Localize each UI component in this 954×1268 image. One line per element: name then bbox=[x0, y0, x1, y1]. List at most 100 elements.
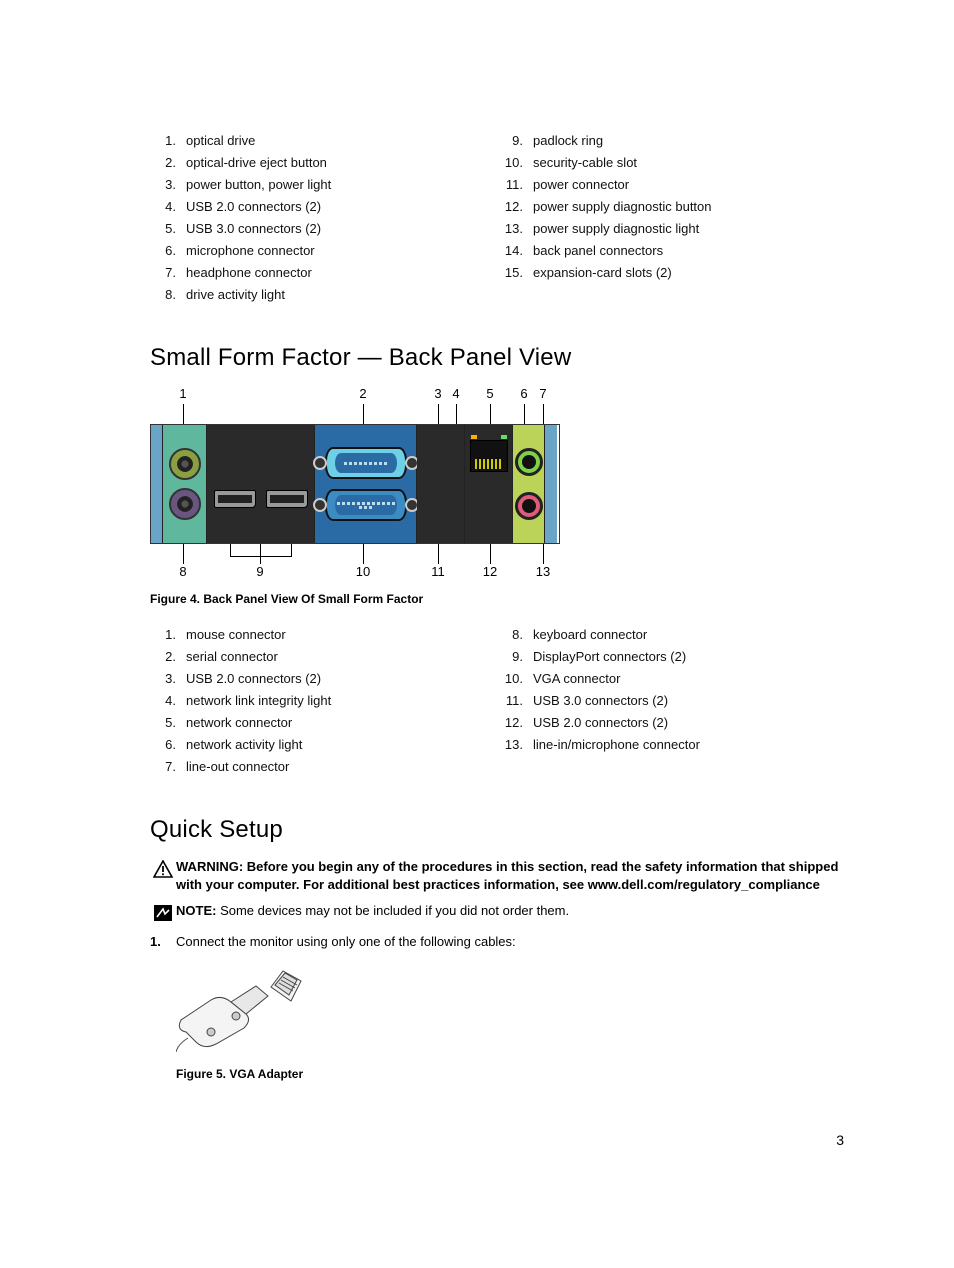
list-item: 10.VGA connector bbox=[497, 668, 844, 690]
list-item-number: 9. bbox=[497, 130, 523, 152]
list-item-number: 5. bbox=[150, 218, 176, 240]
callout-number: 6 bbox=[520, 386, 527, 401]
list-item: 7. line-out connector bbox=[150, 756, 497, 778]
warning-label: WARNING: bbox=[176, 859, 243, 874]
list-item-text: security-cable slot bbox=[533, 152, 637, 174]
back-panel-diagram bbox=[150, 424, 560, 544]
callout-number: 2 bbox=[359, 386, 366, 401]
callout-number: 4 bbox=[452, 386, 459, 401]
warning-icon bbox=[150, 858, 176, 878]
network-usb-slot bbox=[465, 425, 513, 543]
list-item-text: back panel connectors bbox=[533, 240, 663, 262]
list-item-number: 11. bbox=[497, 174, 523, 196]
step-text: Connect the monitor using only one of th… bbox=[176, 932, 844, 952]
callout-number: 5 bbox=[486, 386, 493, 401]
network-port-icon bbox=[470, 440, 508, 472]
list-item-text: USB 2.0 connectors (2) bbox=[186, 668, 321, 690]
list-item-number: 10. bbox=[497, 152, 523, 174]
list-item: 1. optical drive bbox=[150, 130, 497, 152]
list-item-number: 12. bbox=[497, 712, 523, 734]
front-panel-list-right: 9.padlock ring10.security-cable slot11.p… bbox=[497, 130, 844, 306]
list-item: 9.DisplayPort connectors (2) bbox=[497, 646, 844, 668]
mouse-port-icon bbox=[169, 448, 201, 480]
list-item-number: 8. bbox=[150, 284, 176, 306]
list-item-text: network link integrity light bbox=[186, 690, 331, 712]
callout-number: 10 bbox=[356, 564, 370, 579]
list-item-text: headphone connector bbox=[186, 262, 312, 284]
list-item-number: 7. bbox=[150, 756, 176, 778]
list-item: 1.mouse connector bbox=[150, 624, 497, 646]
list-item-text: USB 2.0 connectors (2) bbox=[186, 196, 321, 218]
back-panel-list: 1.mouse connector2.serial connector3. USB… bbox=[150, 624, 844, 778]
list-item-text: DisplayPort connectors (2) bbox=[533, 646, 686, 668]
front-panel-list: 1. optical drive2.optical-drive eject but… bbox=[150, 130, 844, 306]
list-item: 2.serial connector bbox=[150, 646, 497, 668]
list-item-number: 4. bbox=[150, 196, 176, 218]
serial-port-icon bbox=[325, 447, 407, 479]
list-item-text: optical drive bbox=[186, 130, 255, 152]
list-item: 4.network link integrity light bbox=[150, 690, 497, 712]
list-item: 13.line-in/microphone connector bbox=[497, 734, 844, 756]
callout-number: 9 bbox=[256, 564, 263, 579]
list-item-text: network connector bbox=[186, 712, 292, 734]
top-callout-numbers: 1 2 34 5 67 bbox=[150, 386, 560, 404]
note-label: NOTE: bbox=[176, 903, 216, 918]
list-item-text: power supply diagnostic button bbox=[533, 196, 712, 218]
list-item: 7.headphone connector bbox=[150, 262, 497, 284]
list-item-text: optical-drive eject button bbox=[186, 152, 327, 174]
list-item-text: VGA connector bbox=[533, 668, 620, 690]
list-item-number: 13. bbox=[497, 218, 523, 240]
callout-number: 3 bbox=[434, 386, 441, 401]
list-item: 4. USB 2.0 connectors (2) bbox=[150, 196, 497, 218]
displayport-1-icon bbox=[214, 490, 256, 508]
bottom-callout-leaders bbox=[150, 544, 560, 564]
list-item-number: 3. bbox=[150, 668, 176, 690]
warning-text: Before you begin any of the procedures i… bbox=[176, 859, 838, 892]
callout-number: 7 bbox=[539, 386, 546, 401]
list-item: 2.optical-drive eject button bbox=[150, 152, 497, 174]
list-item-number: 14. bbox=[497, 240, 523, 262]
list-item-text: USB 2.0 connectors (2) bbox=[533, 712, 668, 734]
list-item-text: power button, power light bbox=[186, 174, 331, 196]
list-item-text: drive activity light bbox=[186, 284, 285, 306]
list-item: 3. power button, power light bbox=[150, 174, 497, 196]
list-item-text: USB 3.0 connectors (2) bbox=[533, 690, 668, 712]
list-item: 9.padlock ring bbox=[497, 130, 844, 152]
list-item-text: expansion-card slots (2) bbox=[533, 262, 672, 284]
list-item: 6. network activity light bbox=[150, 734, 497, 756]
list-item-text: serial connector bbox=[186, 646, 278, 668]
list-item: 15.expansion-card slots (2) bbox=[497, 262, 844, 284]
top-callout-leaders bbox=[150, 404, 560, 424]
list-item-number: 8. bbox=[497, 624, 523, 646]
page-number: 3 bbox=[836, 1132, 844, 1148]
list-item-text: line-out connector bbox=[186, 756, 289, 778]
vga-port-icon bbox=[325, 489, 407, 521]
list-item-text: network activity light bbox=[186, 734, 302, 756]
list-item: 11.power connector bbox=[497, 174, 844, 196]
list-item: 14. back panel connectors bbox=[497, 240, 844, 262]
back-panel-figure: 1234567 bbox=[150, 386, 560, 582]
list-item-number: 6. bbox=[150, 240, 176, 262]
list-item-number: 6. bbox=[150, 734, 176, 756]
list-item: 6.microphone connector bbox=[150, 240, 497, 262]
list-item-number: 3. bbox=[150, 174, 176, 196]
displayport-2-icon bbox=[266, 490, 308, 508]
page: 1. optical drive2.optical-drive eject but… bbox=[0, 0, 954, 1268]
line-out-jack-icon bbox=[515, 448, 543, 476]
list-item-number: 1. bbox=[150, 130, 176, 152]
callout-number: 8 bbox=[179, 564, 186, 579]
step-1: 1. Connect the monitor using only one of… bbox=[150, 932, 844, 952]
note-icon bbox=[150, 902, 176, 922]
callout-number: 12 bbox=[483, 564, 497, 579]
list-item: 13. power supply diagnostic light bbox=[497, 218, 844, 240]
keyboard-port-icon bbox=[169, 488, 201, 520]
list-item: 11.USB 3.0 connectors (2) bbox=[497, 690, 844, 712]
audio-slot bbox=[513, 425, 545, 543]
step-number: 1. bbox=[150, 932, 176, 952]
callout-number: 13 bbox=[536, 564, 550, 579]
link-light-icon bbox=[471, 435, 477, 439]
list-item-text: power supply diagnostic light bbox=[533, 218, 699, 240]
callout-number: 1 bbox=[179, 386, 186, 401]
list-item-text: line-in/microphone connector bbox=[533, 734, 700, 756]
list-item-number: 5. bbox=[150, 712, 176, 734]
